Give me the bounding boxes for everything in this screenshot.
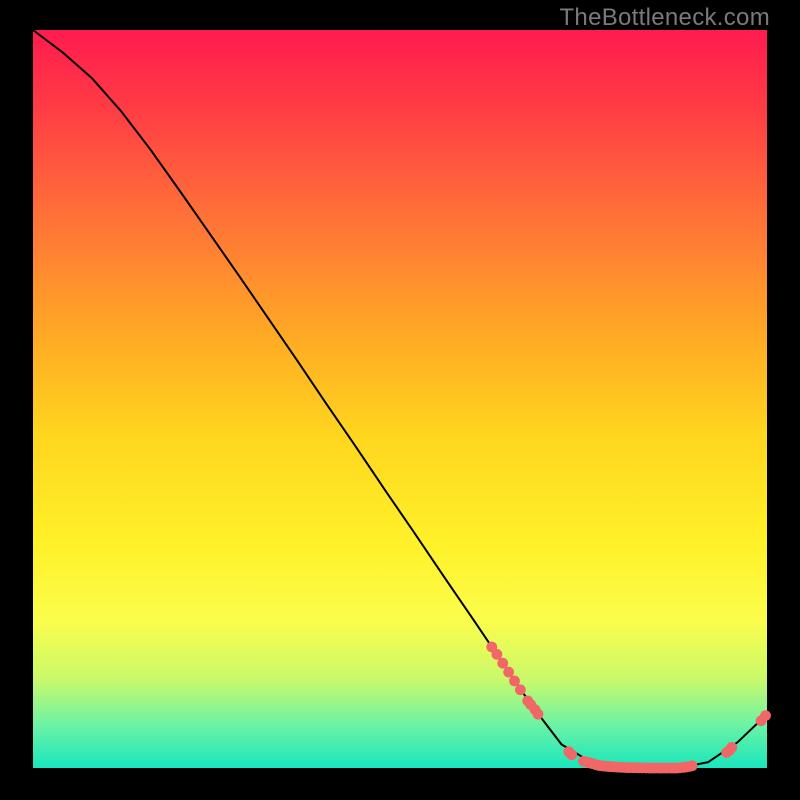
highlight-dot [503, 667, 514, 678]
highlight-dot [497, 658, 508, 669]
chart-frame: TheBottleneck.com [0, 0, 800, 800]
curve-path [33, 30, 767, 768]
chart-overlay [33, 30, 767, 768]
highlight-dot [566, 749, 577, 760]
highlight-dot [760, 710, 771, 721]
highlight-dot [509, 676, 520, 687]
highlight-dots [486, 642, 771, 774]
highlight-dot [687, 760, 698, 771]
highlight-dot [515, 684, 526, 695]
highlight-dot [491, 649, 502, 660]
watermark-text: TheBottleneck.com [559, 4, 770, 32]
highlight-dot [533, 709, 544, 720]
bottleneck-curve [33, 30, 767, 768]
highlight-dot [726, 742, 737, 753]
